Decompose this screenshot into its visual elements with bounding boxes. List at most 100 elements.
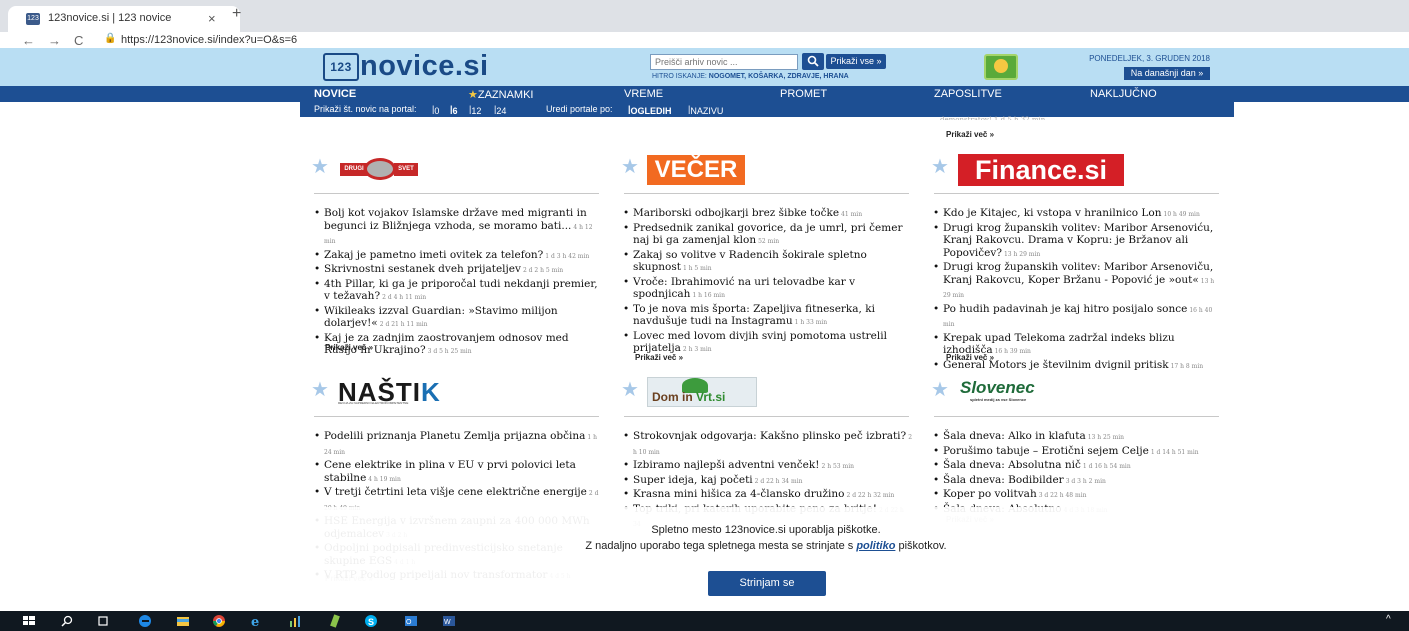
- news-item[interactable]: Izbiramo najlepši adventni venček!2 h 53…: [623, 459, 913, 474]
- news-item[interactable]: Vroče: Ibrahimović na uri telovadbe kar …: [623, 276, 913, 303]
- task-view-icon[interactable]: [96, 614, 110, 628]
- url-field[interactable]: https://123novice.si/index?u=O&s=6: [121, 34, 297, 46]
- count-option-0[interactable]: | 0: [432, 104, 439, 116]
- news-headline[interactable]: Podelili priznanja Planetu Zemlja prijaz…: [324, 430, 585, 442]
- news-headline[interactable]: Krasna mini hišica za 4-člansko družino: [633, 488, 845, 500]
- nav-promet[interactable]: PROMET: [780, 88, 827, 100]
- clipped-headline[interactable]: demonstratov! 1 d 5 h 32 min: [940, 116, 1080, 120]
- news-item[interactable]: Bolj kot vojakov Islamske države med mig…: [314, 207, 604, 249]
- count-option-24[interactable]: | 24: [494, 104, 506, 116]
- drugi-svet-logo[interactable]: DRUGI SVET: [340, 158, 420, 180]
- news-headline[interactable]: Koper po volitvah: [943, 488, 1037, 500]
- search-icon[interactable]: [60, 614, 74, 628]
- news-headline[interactable]: Kdo je Kitajec, ki vstopa v hranilnico L…: [943, 207, 1162, 219]
- news-headline[interactable]: Po hudih padavinah je kaj hitro posijalo…: [943, 303, 1187, 315]
- news-item[interactable]: Zakaj je pametno imeti ovitek za telefon…: [314, 249, 604, 264]
- arrange-option-views[interactable]: | OGLEDIH: [628, 104, 672, 116]
- news-headline[interactable]: Porušimo tabuje – Erotični sejem Celje: [943, 445, 1149, 457]
- nav-zaposlitve[interactable]: ZAPOSLITVE: [934, 88, 1002, 100]
- forward-icon[interactable]: →: [48, 33, 61, 48]
- favorite-star-icon[interactable]: ★: [931, 156, 949, 176]
- news-headline[interactable]: Strokovnjak odgovarja: Kakšno plinsko pe…: [633, 430, 906, 442]
- news-item[interactable]: Zakaj so volitve v Radencih šokirale spl…: [623, 249, 913, 276]
- news-item[interactable]: 4th Pillar, ki ga je priporočal tudi nek…: [314, 278, 604, 305]
- cookie-policy-link[interactable]: politiko: [856, 540, 895, 552]
- news-headline[interactable]: 4th Pillar, ki ga je priporočal tudi nek…: [324, 278, 598, 303]
- favorite-star-icon[interactable]: ★: [621, 156, 639, 176]
- news-item[interactable]: Šala dneva: Alko in klafuta13 h 25 min: [933, 430, 1223, 445]
- count-option-12[interactable]: | 12: [469, 104, 481, 116]
- browser-tab[interactable]: 123 123novice.si | 123 novice ×: [8, 6, 240, 32]
- archive-search-input[interactable]: [650, 54, 798, 70]
- news-headline[interactable]: Drugi krog županskih volitev: Maribor Ar…: [943, 222, 1213, 259]
- dom-in-vrt-logo[interactable]: Dom in Vrt.si: [647, 377, 757, 407]
- nav-zaznamki[interactable]: ★ZAZNAMKI: [468, 88, 534, 101]
- tab-close-icon[interactable]: ×: [208, 11, 216, 26]
- favorite-star-icon[interactable]: ★: [621, 379, 639, 399]
- news-item[interactable]: Predsednik zanikal govorice, da je umrl,…: [623, 222, 913, 249]
- accept-cookies-button[interactable]: Strinjam se: [708, 571, 826, 596]
- news-headline[interactable]: Šala dneva: Bodibilder: [943, 474, 1064, 486]
- quick-search-links[interactable]: NOGOMET, KOŠARKA, ZDRAVJE, HRANA: [709, 73, 849, 80]
- site-logo[interactable]: 123 novice.si: [323, 50, 489, 84]
- news-headline[interactable]: Izbiramo najlepši adventni venček!: [633, 459, 819, 471]
- news-headline[interactable]: Šala dneva: Alko in klafuta: [943, 430, 1086, 442]
- news-item[interactable]: Wikileaks izzval Guardian: »Stavimo mili…: [314, 305, 604, 332]
- internet-explorer-icon[interactable]: e: [250, 614, 264, 628]
- nastik-logo[interactable]: NAŠTIK REVIJA ZA NAPREDNO ELEKTROKOMPETE…: [338, 377, 458, 409]
- stats-app-icon[interactable]: [288, 614, 302, 628]
- news-headline[interactable]: Wikileaks izzval Guardian: »Stavimo mili…: [324, 305, 558, 330]
- show-more-link[interactable]: Prikaži več »: [325, 343, 373, 352]
- news-headline[interactable]: Bolj kot vojakov Islamske države med mig…: [324, 207, 587, 232]
- news-headline[interactable]: Drugi krog županskih volitev: Maribor Ar…: [943, 261, 1213, 286]
- news-headline[interactable]: Super ideja, kaj početi: [633, 474, 753, 486]
- promo-banner[interactable]: [984, 54, 1018, 80]
- chrome-icon[interactable]: [212, 614, 226, 628]
- news-item[interactable]: Mariborski odbojkarji brez šibke točke41…: [623, 207, 913, 222]
- news-headline[interactable]: Lovec med lovom divjih svinj pomotoma us…: [633, 330, 887, 355]
- count-option-6[interactable]: | 6: [450, 104, 458, 116]
- show-more-link[interactable]: Prikaži več »: [946, 130, 994, 139]
- back-icon[interactable]: ←: [22, 33, 35, 48]
- vecer-logo[interactable]: VEČER: [647, 155, 745, 185]
- show-all-button[interactable]: Prikaži vse »: [826, 54, 886, 69]
- news-item[interactable]: Šala dneva: Bodibilder3 d 3 h 2 min: [933, 474, 1223, 489]
- slovenec-logo[interactable]: Slovenec spletni medij za vse Slovence: [960, 378, 1050, 404]
- news-item[interactable]: Drugi krog županskih volitev: Maribor Ar…: [933, 222, 1223, 262]
- news-item[interactable]: Super ideja, kaj početi2 d 22 h 34 min: [623, 474, 913, 489]
- news-item[interactable]: Krasna mini hišica za 4-člansko družino2…: [623, 488, 913, 503]
- news-headline[interactable]: Zakaj je pametno imeti ovitek za telefon…: [324, 249, 543, 261]
- file-explorer-icon[interactable]: [176, 614, 190, 628]
- news-headline[interactable]: V tretji četrtini leta višje cene elektr…: [324, 486, 587, 498]
- search-button[interactable]: [802, 53, 824, 70]
- news-item[interactable]: Porušimo tabuje – Erotični sejem Celje1 …: [933, 445, 1223, 460]
- news-headline[interactable]: Cene elektrike in plina v EU v prvi polo…: [324, 459, 576, 484]
- reload-icon[interactable]: C: [74, 33, 83, 48]
- arrange-option-name[interactable]: | NAZIVU: [688, 104, 723, 116]
- edge-icon[interactable]: [138, 614, 152, 628]
- news-item[interactable]: Podelili priznanja Planetu Zemlja prijaz…: [314, 430, 604, 459]
- nav-nakljucno[interactable]: NAKLJUČNO: [1090, 88, 1157, 100]
- outlook-icon[interactable]: O: [404, 614, 418, 628]
- news-headline[interactable]: Skrivnostni sestanek dveh prijateljev: [324, 263, 521, 275]
- new-tab-button[interactable]: +: [232, 5, 241, 23]
- news-headline[interactable]: Vroče: Ibrahimović na uri telovadbe kar …: [633, 276, 855, 301]
- favorite-star-icon[interactable]: ★: [311, 156, 329, 176]
- notepad-icon[interactable]: [328, 614, 342, 628]
- news-item[interactable]: To je nova mis športa: Zapeljiva fitnese…: [623, 303, 913, 330]
- news-headline[interactable]: Šala dneva: Absolutna nič: [943, 459, 1081, 471]
- news-headline[interactable]: Mariborski odbojkarji brez šibke točke: [633, 207, 839, 219]
- favorite-star-icon[interactable]: ★: [931, 379, 949, 399]
- news-item[interactable]: Šala dneva: Absolutna nič1 d 16 h 54 min: [933, 459, 1223, 474]
- news-headline[interactable]: To je nova mis športa: Zapeljiva fitnese…: [633, 303, 875, 328]
- nav-vreme[interactable]: VREME: [624, 88, 663, 100]
- word-icon[interactable]: W: [442, 614, 456, 628]
- show-more-link[interactable]: Prikaži več »: [946, 353, 994, 362]
- news-item[interactable]: Skrivnostni sestanek dveh prijateljev2 d…: [314, 263, 604, 278]
- news-item[interactable]: Po hudih padavinah je kaj hitro posijalo…: [933, 303, 1223, 332]
- news-item[interactable]: Cene elektrike in plina v EU v prvi polo…: [314, 459, 604, 486]
- tray-chevron-icon[interactable]: ^: [1386, 614, 1391, 625]
- news-item[interactable]: Koper po volitvah3 d 22 h 48 min: [933, 488, 1223, 503]
- news-headline[interactable]: Zakaj so volitve v Radencih šokirale spl…: [633, 249, 867, 274]
- show-more-link[interactable]: Prikaži več »: [635, 353, 683, 362]
